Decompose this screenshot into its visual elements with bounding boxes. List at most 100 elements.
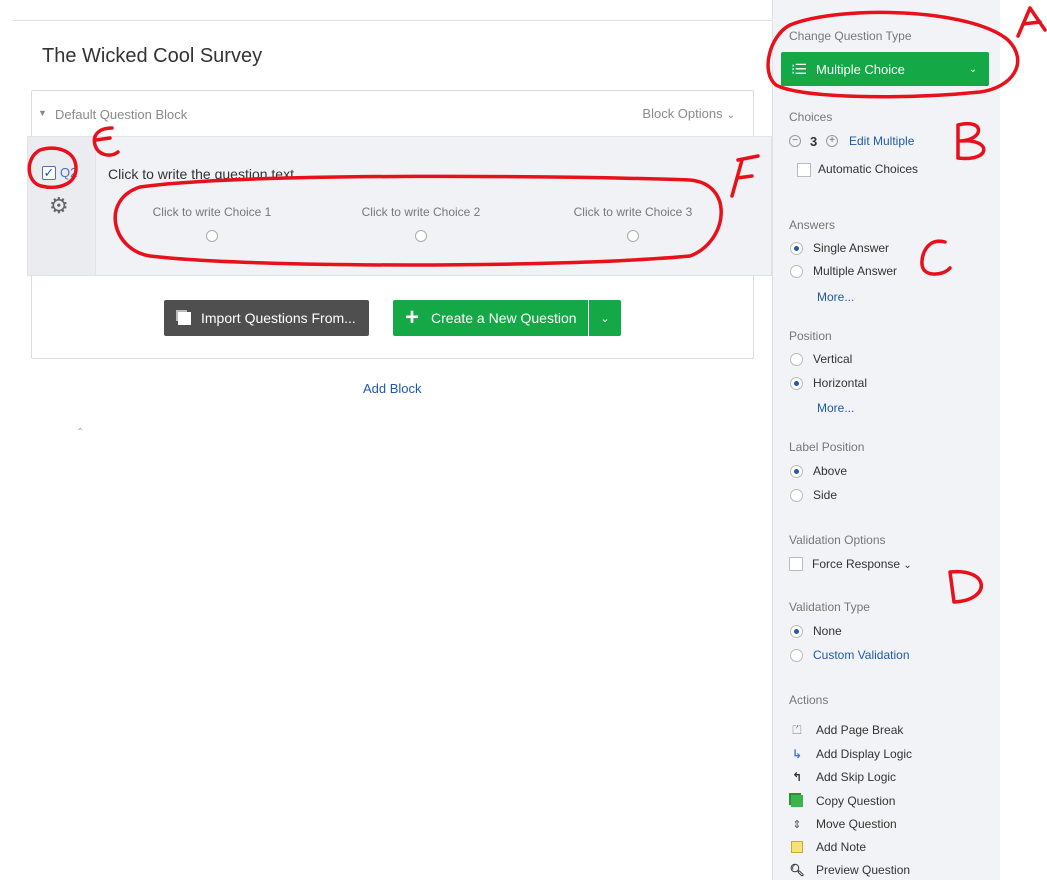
question-text[interactable]: Click to write the question text — [108, 166, 294, 182]
vertical-option[interactable]: Vertical — [790, 351, 852, 367]
choice-1[interactable]: Click to write Choice 1 — [132, 205, 292, 247]
chevron-up-icon[interactable]: ⌃ — [76, 427, 84, 438]
radio-button[interactable] — [790, 624, 803, 638]
gear-icon[interactable]: ⚙ — [49, 195, 69, 217]
collapse-caret-icon[interactable]: ▼ — [38, 108, 47, 118]
custom-validation-option[interactable]: Custom Validation — [790, 647, 910, 663]
choices-heading: Choices — [789, 110, 833, 124]
add-skip-logic-action[interactable]: ↰ Add Skip Logic — [790, 768, 896, 786]
question-select-checkbox[interactable]: ✓ — [42, 166, 56, 180]
radio-button[interactable] — [790, 352, 803, 366]
create-question-dropdown[interactable]: ⌄ — [589, 300, 621, 336]
action-label: Move Question — [816, 817, 897, 831]
label-position-heading: Label Position — [789, 440, 865, 454]
radio-button[interactable] — [790, 376, 803, 390]
actions-heading: Actions — [789, 693, 829, 707]
skip-logic-icon: ↰ — [791, 770, 803, 784]
option-label: Multiple Answer — [813, 264, 898, 278]
block-name[interactable]: Default Question Block — [55, 107, 187, 122]
radio-button[interactable] — [790, 464, 803, 478]
page-margin — [1000, 0, 1047, 880]
action-label: Add Skip Logic — [816, 770, 897, 784]
radio-button[interactable] — [790, 264, 803, 278]
add-page-break-action[interactable]: ⏍ Add Page Break — [790, 721, 903, 739]
action-label: Add Display Logic — [816, 747, 913, 761]
choices-count[interactable]: 3 — [810, 134, 817, 149]
multiple-choice-icon: ⁝☰ — [791, 60, 807, 77]
increment-choices-button[interactable]: + — [826, 135, 838, 147]
option-label: Vertical — [813, 352, 853, 366]
validation-type-heading: Validation Type — [789, 600, 870, 614]
action-label: Add Note — [816, 840, 867, 854]
survey-title[interactable]: The Wicked Cool Survey — [42, 45, 262, 68]
move-icon: ⇕ — [792, 818, 802, 831]
option-label: Above — [813, 464, 848, 478]
import-button-label: Import Questions From... — [201, 310, 356, 326]
choice-3[interactable]: Click to write Choice 3 — [553, 205, 713, 247]
copy-question-action[interactable]: Copy Question — [790, 792, 895, 810]
above-option[interactable]: Above — [790, 463, 847, 479]
automatic-choices-label[interactable]: Automatic Choices — [818, 162, 918, 176]
block-options-dropdown[interactable]: Block Options ⌄ — [642, 106, 735, 121]
chevron-down-icon: ⌄ — [903, 560, 912, 571]
copy-icon — [790, 794, 804, 808]
choice-label[interactable]: Click to write Choice 3 — [553, 205, 713, 219]
option-label: Custom Validation — [813, 648, 910, 662]
option-label: None — [813, 624, 842, 638]
add-display-logic-action[interactable]: ↳ Add Display Logic — [790, 745, 912, 763]
question-number: Q2 — [60, 165, 78, 180]
position-more-link[interactable]: More... — [817, 401, 854, 415]
copy-icon — [178, 311, 191, 325]
question-type-value: Multiple Choice — [816, 61, 905, 77]
radio-button[interactable] — [206, 230, 218, 242]
question-type-dropdown[interactable]: ⁝☰ Multiple Choice ⌄ — [781, 52, 989, 86]
divider — [13, 20, 772, 21]
display-logic-icon: ↳ — [791, 747, 803, 761]
add-note-action[interactable]: Add Note — [790, 838, 866, 856]
radio-button[interactable] — [790, 648, 803, 662]
edit-multiple-link[interactable]: Edit Multiple — [849, 134, 914, 148]
page-break-icon: ⏍ — [792, 722, 802, 737]
chevron-down-icon: ⌄ — [726, 110, 735, 121]
radio-button[interactable] — [415, 230, 427, 242]
validation-options-heading: Validation Options — [789, 533, 886, 547]
create-question-button[interactable]: + Create a New Question — [393, 300, 588, 336]
question-gutter: ✓ Q2 ⚙ — [28, 137, 96, 275]
force-response-label: Force Response — [812, 557, 901, 571]
answers-more-link[interactable]: More... — [817, 290, 854, 304]
automatic-choices-checkbox[interactable] — [797, 163, 811, 177]
single-answer-option[interactable]: Single Answer — [790, 240, 889, 256]
add-block-link[interactable]: Add Block — [363, 381, 422, 396]
choice-label[interactable]: Click to write Choice 2 — [341, 205, 501, 219]
choice-2[interactable]: Click to write Choice 2 — [341, 205, 501, 247]
question-card[interactable]: ✓ Q2 ⚙ Click to write the question text … — [27, 136, 772, 276]
note-icon — [790, 840, 804, 854]
preview-question-action[interactable]: 🔍︎ Preview Question — [789, 861, 911, 879]
survey-editor: The Wicked Cool Survey ▼ Default Questio… — [0, 0, 772, 880]
none-validation-option[interactable]: None — [790, 623, 842, 639]
multiple-answer-option[interactable]: Multiple Answer — [790, 263, 897, 279]
decrement-choices-button[interactable]: − — [789, 135, 801, 147]
plus-icon: + — [405, 304, 420, 331]
search-icon: 🔍︎ — [789, 863, 805, 877]
chevron-down-icon: ⌄ — [968, 63, 977, 75]
import-questions-button[interactable]: Import Questions From... — [164, 300, 369, 336]
change-type-heading: Change Question Type — [789, 29, 912, 43]
choice-label[interactable]: Click to write Choice 1 — [132, 205, 292, 219]
radio-button[interactable] — [627, 230, 639, 242]
block-header: ▼ Default Question Block Block Options ⌄ — [32, 91, 753, 137]
option-label: Single Answer — [813, 241, 890, 255]
create-button-label: Create a New Question — [431, 310, 577, 326]
force-response-dropdown[interactable]: Force Response ⌄ — [812, 557, 912, 571]
radio-button[interactable] — [790, 241, 803, 255]
horizontal-option[interactable]: Horizontal — [790, 375, 867, 391]
option-label: Horizontal — [813, 376, 868, 390]
force-response-checkbox[interactable] — [789, 557, 803, 571]
question-settings-sidebar: Change Question Type ⁝☰ Multiple Choice … — [772, 0, 1000, 880]
side-option[interactable]: Side — [790, 487, 837, 503]
chevron-down-icon: ⌄ — [600, 312, 610, 325]
move-question-action[interactable]: ⇕ Move Question — [790, 815, 897, 833]
action-label: Preview Question — [816, 863, 911, 877]
radio-button[interactable] — [790, 488, 803, 502]
position-heading: Position — [789, 329, 832, 343]
